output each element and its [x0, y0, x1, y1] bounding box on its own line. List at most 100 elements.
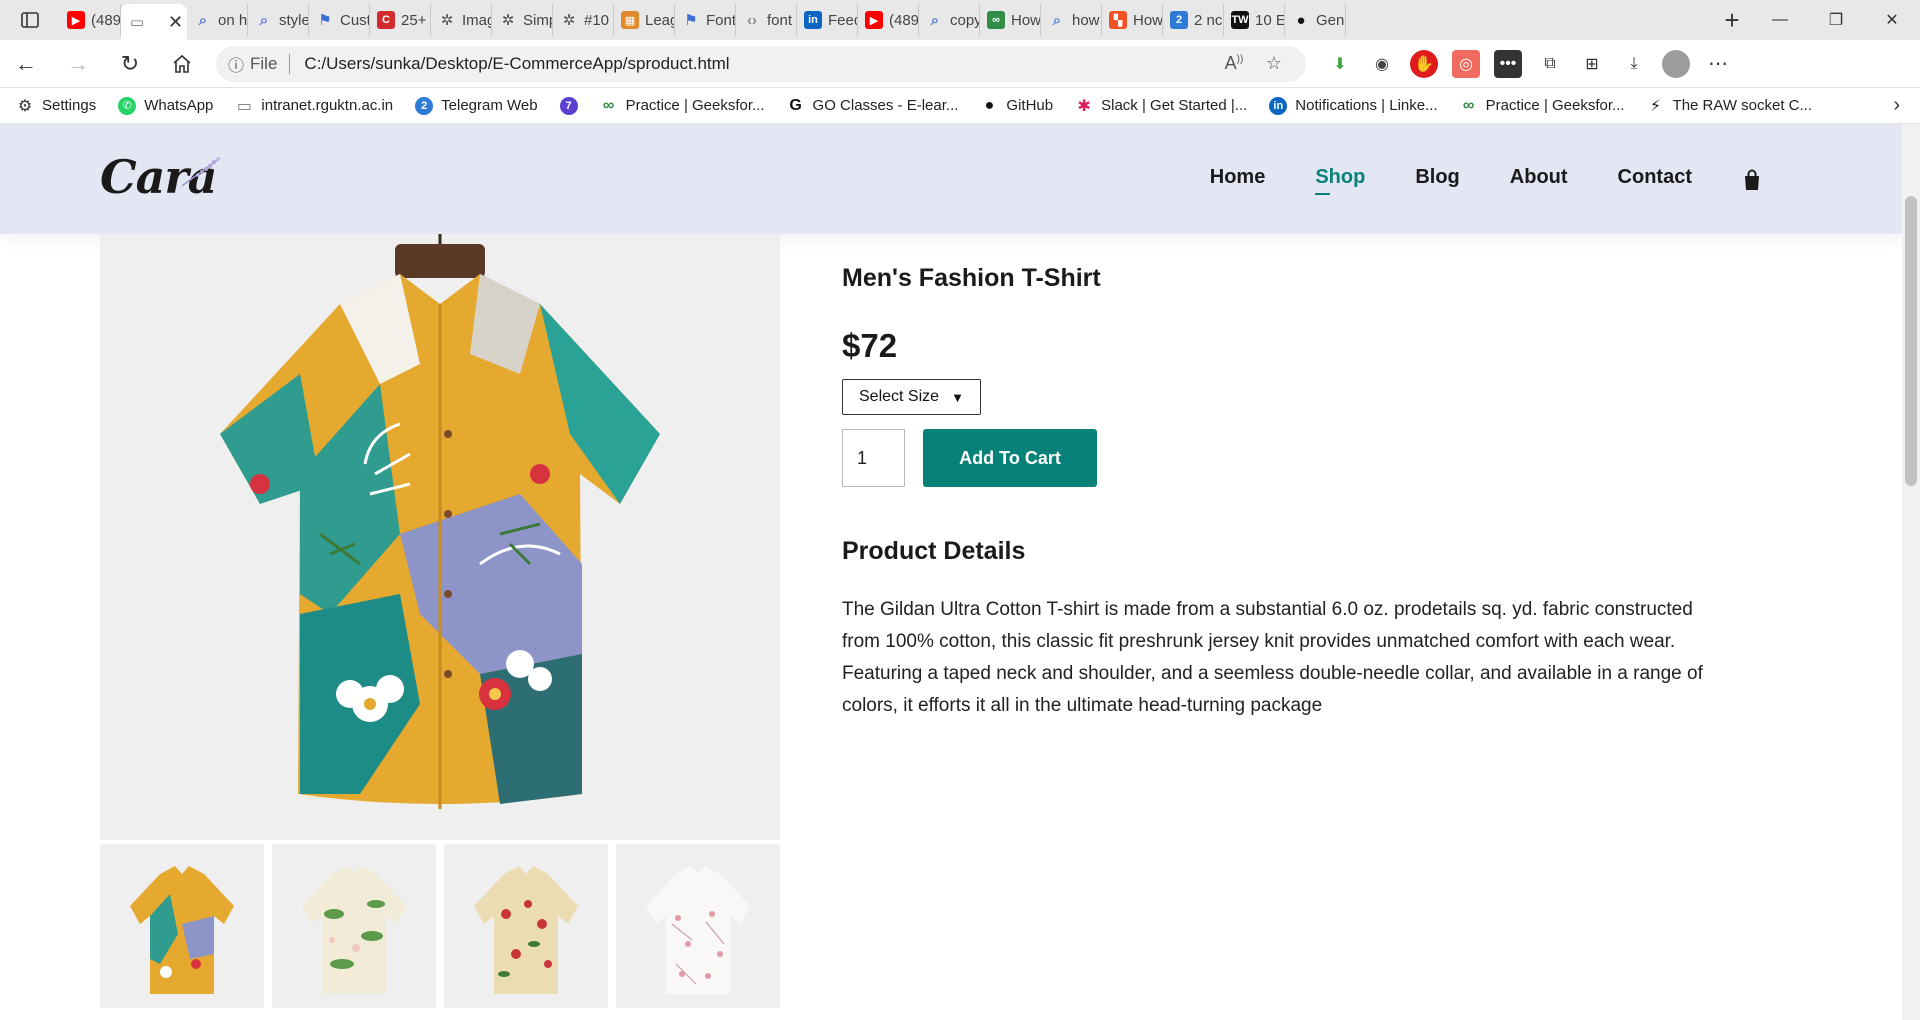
browser-tab[interactable]: ▶ (489: [60, 4, 121, 36]
browser-tab[interactable]: ⌕ on h: [187, 4, 248, 36]
bookmark-item[interactable]: ⚙ Settings: [16, 97, 96, 115]
browser-tab[interactable]: ⌕ how: [1041, 4, 1102, 36]
nav-blog[interactable]: Blog: [1415, 166, 1459, 189]
browser-tab[interactable]: ▦ Leag: [614, 4, 675, 36]
size-select[interactable]: Select Size ▼: [842, 379, 981, 415]
bookmark-label: Notifications | Linke...: [1295, 97, 1438, 114]
tab-label: font: [767, 11, 793, 29]
bookmark-item[interactable]: ⚡ The RAW socket C...: [1647, 97, 1812, 115]
tab-actions-menu-button[interactable]: [0, 0, 60, 40]
nav-home[interactable]: Home: [1210, 166, 1266, 189]
record-extension-icon[interactable]: ◉: [1368, 50, 1396, 78]
browser-tab[interactable]: 2 2 nc: [1163, 4, 1224, 36]
browser-tab[interactable]: ⚑ Font: [675, 4, 736, 36]
browser-tab[interactable]: ∞ How: [980, 4, 1041, 36]
browser-tab[interactable]: ● Gen: [1285, 4, 1346, 36]
browser-tab[interactable]: ▭ ✕: [121, 4, 187, 40]
browser-tab[interactable]: ⌕ copy: [919, 4, 980, 36]
bookmark-item[interactable]: 7: [559, 96, 578, 115]
tab-label: #10: [584, 11, 610, 29]
scrollbar-thumb[interactable]: [1905, 196, 1917, 486]
bookmark-item[interactable]: G GO Classes - E-lear...: [787, 96, 958, 115]
page-scrollbar[interactable]: [1902, 124, 1920, 1020]
new-tab-button[interactable]: +: [1712, 5, 1752, 36]
g-icon: G: [789, 96, 802, 114]
bookmark-item[interactable]: in Notifications | Linke...: [1269, 96, 1438, 115]
bookmark-item[interactable]: ✆ WhatsApp: [118, 96, 213, 115]
add-favorite-icon[interactable]: ☆: [1254, 53, 1294, 74]
tab-label: (489: [91, 11, 121, 29]
thumbnail-3[interactable]: [444, 844, 608, 1008]
url-text[interactable]: C:/Users/sunka/Desktop/E-CommerceApp/spr…: [304, 54, 1214, 74]
extensions-puzzle-icon[interactable]: ⧉: [1536, 50, 1564, 78]
window-controls: — ❐ ✕: [1752, 0, 1920, 40]
info-icon[interactable]: ⓘ: [228, 52, 244, 76]
cc-icon: C: [377, 11, 395, 29]
minimize-button[interactable]: —: [1752, 0, 1808, 40]
browser-tab[interactable]: in Feed: [797, 4, 858, 36]
profile-avatar[interactable]: [1662, 49, 1690, 78]
close-window-button[interactable]: ✕: [1864, 0, 1920, 40]
tab-label: Imag: [462, 11, 491, 29]
browser-tab[interactable]: ‹› font: [736, 4, 797, 36]
tab-label: How: [1011, 11, 1041, 29]
code-icon: ‹›: [747, 11, 757, 29]
browser-tab[interactable]: ⚑ Cust: [309, 4, 370, 36]
bookmark-item[interactable]: ● GitHub: [980, 97, 1054, 115]
thumbnail-2[interactable]: [272, 844, 436, 1008]
youtube-icon: ▶: [865, 11, 883, 29]
bookmark-label: Telegram Web: [441, 97, 538, 114]
bookmark-item[interactable]: ✱ Slack | Get Started |...: [1075, 97, 1247, 115]
browser-tab[interactable]: C 25+: [370, 4, 431, 36]
bookmark-list: ⚙ Settings ✆ WhatsApp ▭ intranet.rguktn.ac.in…: [16, 96, 1834, 115]
bookmark-item[interactable]: ∞ Practice | Geeksfor...: [600, 97, 765, 115]
download-extension-icon[interactable]: ⬇: [1326, 50, 1354, 78]
size-select-value: Select Size: [859, 388, 940, 405]
tab-list: ▶(489▭✕⌕on h⌕style⚑CustC25+✲Imag✲Simp✲#1…: [60, 0, 1712, 40]
browser-tab[interactable]: TW 10 E: [1224, 4, 1285, 36]
browser-tab[interactable]: ⌕ style: [248, 4, 309, 36]
restore-button[interactable]: ❐: [1808, 0, 1864, 40]
product-price: $72: [842, 327, 898, 364]
refresh-button[interactable]: ↻: [104, 40, 156, 88]
add-to-cart-button[interactable]: Add To Cart: [923, 429, 1097, 487]
password-extension-icon[interactable]: •••: [1494, 49, 1522, 78]
main-product-image[interactable]: [100, 234, 780, 840]
browser-tab[interactable]: ▶ (489: [858, 4, 919, 36]
chevron-right-icon[interactable]: ›: [1893, 94, 1900, 117]
browser-tab[interactable]: ✲ Simp: [492, 4, 553, 36]
product-details-panel: Men's Fashion T-Shirt $72 Select Size ▼ …: [842, 264, 1722, 722]
downloads-icon[interactable]: ⤓: [1620, 50, 1648, 78]
shopping-bag-icon[interactable]: [1742, 169, 1762, 191]
nav-about[interactable]: About: [1510, 166, 1568, 189]
linkedin-icon: in: [804, 11, 822, 29]
nav-shop[interactable]: Shop: [1315, 166, 1365, 195]
raw-icon: ⚡: [1649, 97, 1662, 115]
nav-contact[interactable]: Contact: [1618, 166, 1692, 189]
site-header: Cara Home Shop Blog About Contact: [0, 124, 1902, 234]
read-aloud-icon[interactable]: A)): [1214, 53, 1254, 74]
bookmark-item[interactable]: 2 Telegram Web: [415, 96, 538, 115]
browser-tab[interactable]: ✲ #10: [553, 4, 614, 36]
target-extension-icon[interactable]: ◎: [1452, 49, 1480, 78]
address-bar[interactable]: ⓘ File C:/Users/sunka/Desktop/E-Commerce…: [216, 45, 1306, 82]
bookmark-item[interactable]: ▭ intranet.rguktn.ac.in: [235, 97, 393, 115]
collections-icon[interactable]: ⊞: [1578, 50, 1606, 78]
quantity-input[interactable]: 1: [842, 429, 905, 487]
thumbnail-4[interactable]: [616, 844, 780, 1008]
home-button[interactable]: [156, 40, 208, 88]
tab-label: 2 nc: [1194, 11, 1223, 29]
browser-tab[interactable]: ▚ How: [1102, 4, 1163, 36]
back-button[interactable]: ←: [0, 40, 52, 88]
close-tab-icon[interactable]: ✕: [168, 12, 183, 33]
shirt-thumbnail-image: [130, 866, 234, 994]
thumbnail-1[interactable]: [100, 844, 264, 1008]
lavender-sprig-icon: [181, 157, 221, 187]
openai-icon: ✲: [440, 12, 454, 29]
arrow-left-icon: ←: [15, 50, 37, 76]
forward-button[interactable]: →: [52, 40, 104, 88]
browser-tab[interactable]: ✲ Imag: [431, 4, 492, 36]
adblock-extension-icon[interactable]: ✋: [1410, 49, 1438, 78]
more-menu-icon[interactable]: ⋯: [1704, 50, 1732, 78]
bookmark-item[interactable]: ∞ Practice | Geeksfor...: [1460, 97, 1625, 115]
